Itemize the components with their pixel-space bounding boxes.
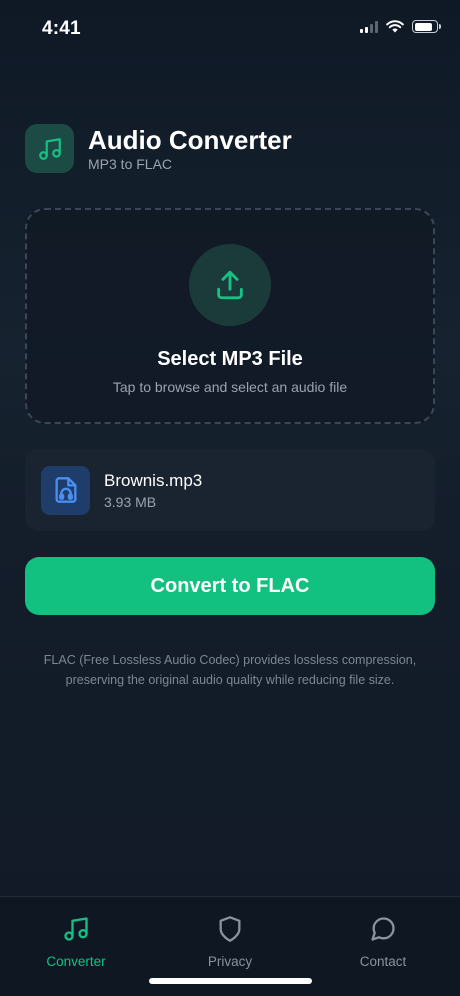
info-text: FLAC (Free Lossless Audio Codec) provide… [43, 653, 417, 687]
cellular-signal-icon [360, 20, 378, 33]
battery-icon [412, 20, 441, 33]
audio-file-icon [41, 465, 90, 515]
upload-icon [189, 244, 271, 326]
tab-converter[interactable]: Converter [16, 915, 136, 969]
selected-file-card: Brownis.mp3 3.93 MB [25, 449, 435, 531]
home-indicator [149, 978, 312, 984]
page-subtitle: MP3 to FLAC [88, 156, 173, 172]
shield-icon [219, 916, 241, 942]
status-time: 4:41 [42, 18, 81, 39]
file-name: Brownis.mp3 [104, 470, 203, 490]
select-file-dropzone[interactable]: Select MP3 File Tap to browse and select… [25, 208, 435, 424]
app-header: Audio Converter MP3 to FLAC [25, 124, 292, 173]
tab-label: Contact [359, 954, 407, 969]
music-note-icon [64, 917, 88, 941]
status-bar: 4:41 [0, 0, 460, 60]
music-note-icon [25, 124, 74, 173]
dropzone-title: Select MP3 File [157, 348, 303, 370]
page-title: Audio Converter [88, 125, 292, 155]
tab-privacy[interactable]: Privacy [170, 915, 290, 969]
tab-label: Converter [46, 954, 106, 969]
convert-button[interactable]: Convert to FLAC [25, 557, 435, 615]
chat-bubble-icon [371, 917, 395, 941]
wifi-icon [386, 20, 404, 33]
tab-label: Privacy [207, 954, 253, 969]
dropzone-hint: Tap to browse and select an audio file [112, 379, 348, 395]
file-size: 3.93 MB [104, 493, 157, 510]
tab-contact[interactable]: Contact [323, 915, 443, 969]
status-icons [360, 20, 441, 33]
